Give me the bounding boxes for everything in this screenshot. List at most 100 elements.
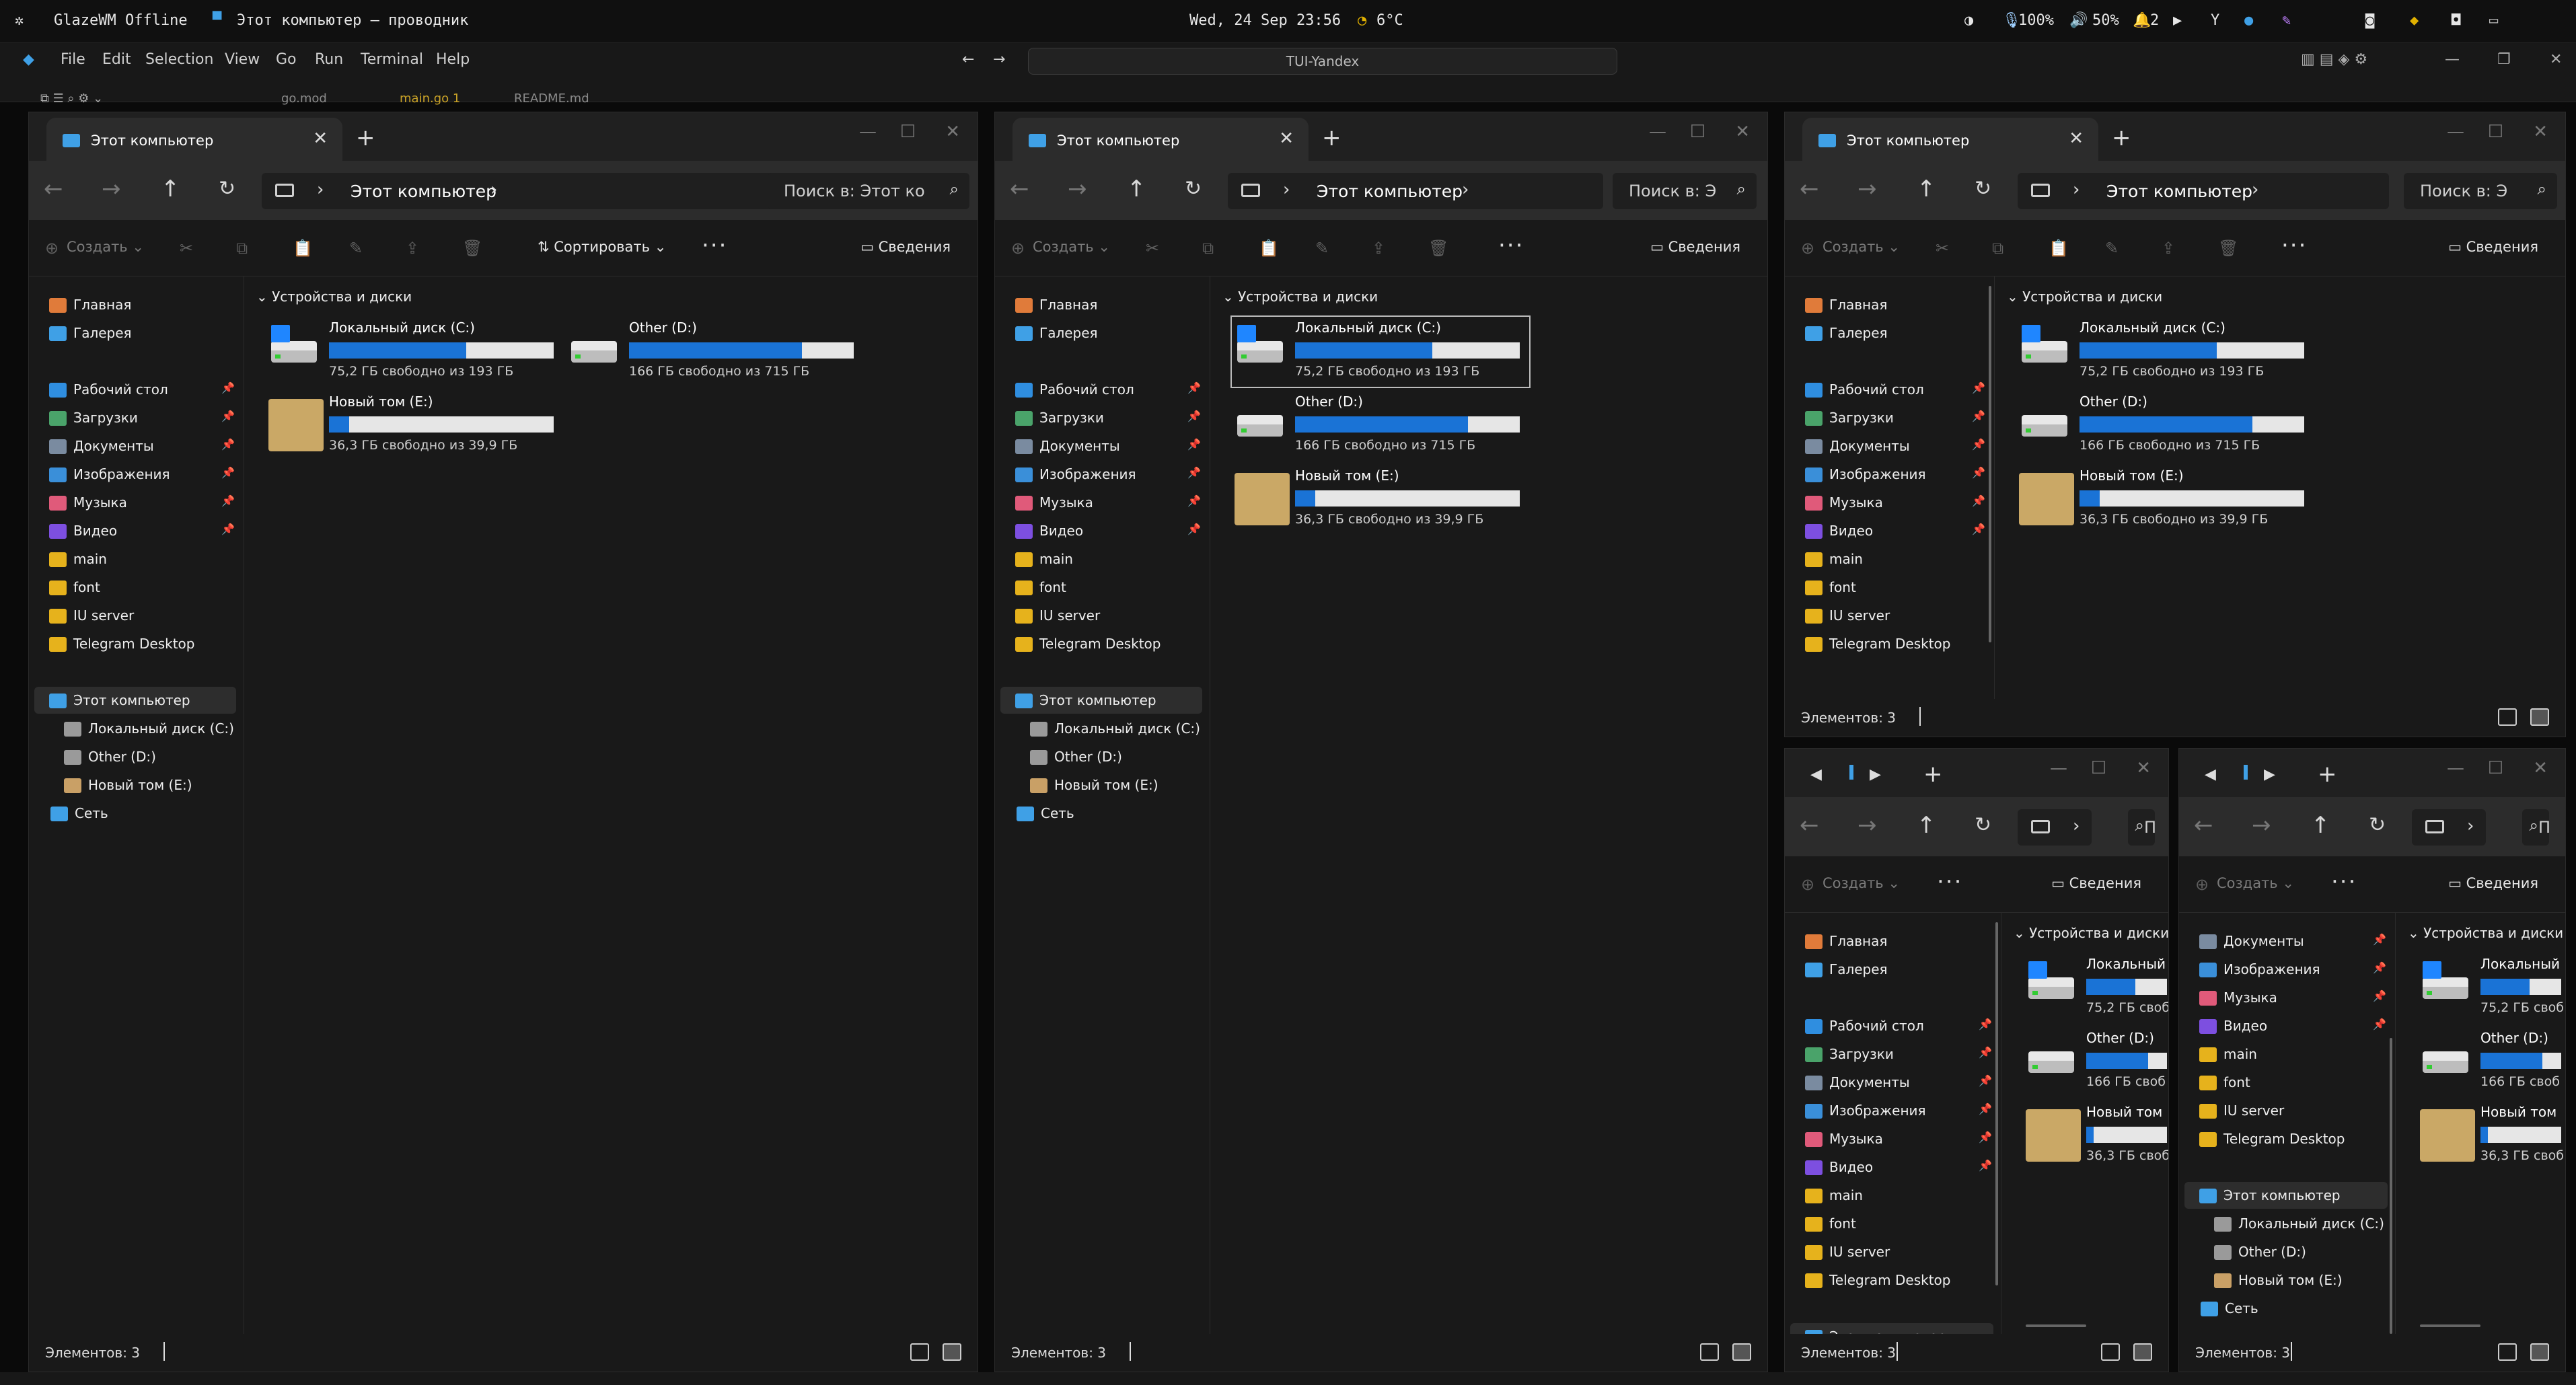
- sidebar-item-13[interactable]: Локальный диск (C:): [2214, 1210, 2386, 1237]
- forward-button[interactable]: →: [1068, 176, 1087, 202]
- copy-icon[interactable]: ⧉: [1202, 239, 1214, 258]
- sidebar-item-4[interactable]: Документы 📌: [2199, 928, 2386, 954]
- horizontal-scrollbar[interactable]: [2026, 1324, 2086, 1327]
- search-box[interactable]: Поиск в: Э⌕: [1613, 173, 1757, 209]
- search-box[interactable]: Поиск в: Э⌕: [2128, 809, 2155, 846]
- address-bar[interactable]: ›: [2412, 809, 2486, 846]
- create-button[interactable]: Создать ⌄: [1033, 239, 1110, 255]
- sidebar-item-3[interactable]: Загрузки 📌: [49, 404, 235, 431]
- sidebar-item-10[interactable]: IU server: [2199, 1097, 2386, 1124]
- sidebar-item-7[interactable]: Видео 📌: [1805, 517, 1985, 544]
- back-icon[interactable]: ←: [962, 51, 974, 68]
- back-button[interactable]: ←: [1010, 176, 1029, 202]
- sidebar-item-5[interactable]: Изображения 📌: [1015, 461, 1201, 488]
- drive-item[interactable]: Other (D:) 166 ГБ свободно из 715 ГБ: [1235, 394, 1526, 458]
- sidebar-item-10[interactable]: IU server: [1805, 1238, 1992, 1265]
- sidebar-item-10[interactable]: IU server: [49, 602, 235, 629]
- menu-selection[interactable]: Selection: [145, 51, 213, 68]
- layout-toggle-icon[interactable]: ▥ ▤ ◈ ⚙: [2301, 51, 2367, 68]
- theme-icon[interactable]: ◑: [1964, 12, 1973, 29]
- sidebar-item-8[interactable]: main: [1015, 546, 1201, 572]
- sidebar-item-1[interactable]: Галерея: [1805, 956, 1992, 983]
- sidebar-item-12[interactable]: Этот компьютер: [1000, 687, 1202, 714]
- details-button[interactable]: ▭ Сведения: [2448, 239, 2538, 255]
- back-button[interactable]: ←: [2194, 812, 2213, 839]
- details-view-button[interactable]: [2101, 1343, 2120, 1361]
- drive-item[interactable]: Other (D:) 166 ГБ свободно из 715 ГБ: [2019, 394, 2311, 458]
- create-button[interactable]: Создать ⌄: [2217, 875, 2294, 891]
- clock[interactable]: Wed, 24 Sep 23:56: [1189, 12, 1341, 29]
- cut-icon[interactable]: ✂: [180, 239, 193, 258]
- close-window-button[interactable]: ✕: [945, 122, 960, 142]
- sidebar-item-6[interactable]: Музыка 📌: [1805, 489, 1985, 516]
- play-icon[interactable]: ▶: [2173, 12, 2182, 29]
- close-window-button[interactable]: ✕: [2136, 758, 2151, 778]
- drive-item[interactable]: Локальный диск (C:) 75,2 ГБ свободно из 1…: [268, 320, 560, 384]
- maximize-button[interactable]: ☐: [2091, 758, 2106, 778]
- maximize-button[interactable]: ☐: [900, 122, 916, 142]
- create-button[interactable]: Создать ⌄: [67, 239, 144, 255]
- breadcrumb[interactable]: Этот компьютер: [2106, 182, 2252, 201]
- sidebar-item-6[interactable]: Музыка 📌: [2199, 984, 2386, 1011]
- group-header[interactable]: ⌄ Устройства и диски: [2408, 925, 2563, 941]
- scroll-tabs-right-icon[interactable]: ▶: [2264, 766, 2275, 783]
- drive-item[interactable]: Новый том 36,3 ГБ своб: [2026, 1104, 2168, 1168]
- new-tab-button[interactable]: +: [1322, 124, 1341, 151]
- sidebar-item-5[interactable]: Изображения 📌: [49, 461, 235, 488]
- menu-help[interactable]: Help: [436, 51, 470, 68]
- address-bar[interactable]: › Этот компьютер ›: [2018, 173, 2389, 209]
- yandex-icon[interactable]: Y: [2211, 12, 2219, 29]
- sidebar-item-4[interactable]: Документы 📌: [1015, 433, 1201, 459]
- tab-this-pc[interactable]: Этот компьютер ✕: [46, 118, 342, 161]
- sidebar-item-6[interactable]: Музыка 📌: [49, 489, 235, 516]
- delete-icon[interactable]: 🗑: [1428, 239, 1448, 258]
- close-tab-icon[interactable]: ✕: [2069, 128, 2084, 149]
- details-button[interactable]: ▭ Сведения: [1650, 239, 1740, 255]
- telegram-icon[interactable]: ●: [2244, 12, 2253, 29]
- rename-icon[interactable]: ✎: [2105, 239, 2119, 258]
- tray-icon[interactable]: ◘: [2452, 12, 2460, 29]
- paste-icon[interactable]: 📋: [293, 239, 313, 258]
- group-header[interactable]: ⌄ Устройства и диски: [1222, 289, 1378, 305]
- drive-item[interactable]: Новый том 36,3 ГБ своб: [2420, 1104, 2565, 1168]
- drive-item[interactable]: Новый том (E:) 36,3 ГБ свободно из 39,9 Г…: [1235, 467, 1526, 532]
- notification-count[interactable]: 2: [2150, 12, 2159, 29]
- scrollbar[interactable]: [2390, 1038, 2392, 1334]
- up-button[interactable]: ↑: [161, 176, 180, 202]
- sidebar-item-11[interactable]: Telegram Desktop: [49, 630, 235, 657]
- delete-icon[interactable]: 🗑: [462, 239, 482, 258]
- tiles-view-button[interactable]: [2530, 1343, 2549, 1361]
- group-header[interactable]: ⌄ Устройства и диски: [2007, 289, 2162, 305]
- drive-item[interactable]: Локальный диск (C:) 75,2 ГБ свободно из 1…: [1230, 315, 1531, 388]
- scroll-tabs-right-icon[interactable]: ▶: [1870, 766, 1881, 783]
- sidebar-item-5[interactable]: Изображения 📌: [1805, 1097, 1992, 1124]
- mic-level[interactable]: 100%: [2018, 12, 2054, 29]
- drive-item[interactable]: Локальный диск (C:) 75,2 ГБ свободно из 1…: [2019, 320, 2311, 384]
- sidebar-item-9[interactable]: font: [1805, 574, 1985, 601]
- drive-item[interactable]: Новый том (E:) 36,3 ГБ свободно из 39,9 Г…: [2019, 467, 2311, 532]
- sort-button[interactable]: ⇅ Сортировать ⌄: [538, 239, 666, 255]
- menu-go[interactable]: Go: [276, 51, 297, 68]
- sidebar-item-1[interactable]: Галерея: [49, 320, 235, 346]
- details-button[interactable]: ▭ Сведения: [860, 239, 951, 255]
- create-button[interactable]: Создать ⌄: [1823, 875, 1900, 891]
- sidebar-item-5[interactable]: Изображения 📌: [1805, 461, 1985, 488]
- sidebar-item-2[interactable]: Рабочий стол 📌: [1015, 376, 1201, 403]
- details-button[interactable]: ▭ Сведения: [2051, 875, 2141, 891]
- details-view-button[interactable]: [910, 1343, 929, 1361]
- forward-button[interactable]: →: [2252, 812, 2271, 839]
- more-options-icon[interactable]: ···: [2331, 868, 2357, 895]
- copy-icon[interactable]: ⧉: [236, 239, 248, 258]
- close-tab-icon[interactable]: ✕: [1279, 128, 1294, 149]
- sidebar-item-10[interactable]: IU server: [1805, 602, 1985, 629]
- discord-icon[interactable]: ◙: [2365, 12, 2374, 29]
- rename-icon[interactable]: ✎: [1315, 239, 1329, 258]
- sidebar-item-8[interactable]: main: [2199, 1041, 2386, 1068]
- copy-icon[interactable]: ⧉: [1992, 239, 2003, 258]
- scrollbar[interactable]: [1995, 922, 1998, 1285]
- address-bar[interactable]: › Этот компьютер ›: [262, 173, 786, 209]
- sidebar-item-4[interactable]: Документы 📌: [1805, 433, 1985, 459]
- horizontal-scrollbar[interactable]: [2420, 1324, 2480, 1327]
- sidebar-item-11[interactable]: Telegram Desktop: [1015, 630, 1201, 657]
- sidebar-item-4[interactable]: Документы 📌: [1805, 1069, 1992, 1096]
